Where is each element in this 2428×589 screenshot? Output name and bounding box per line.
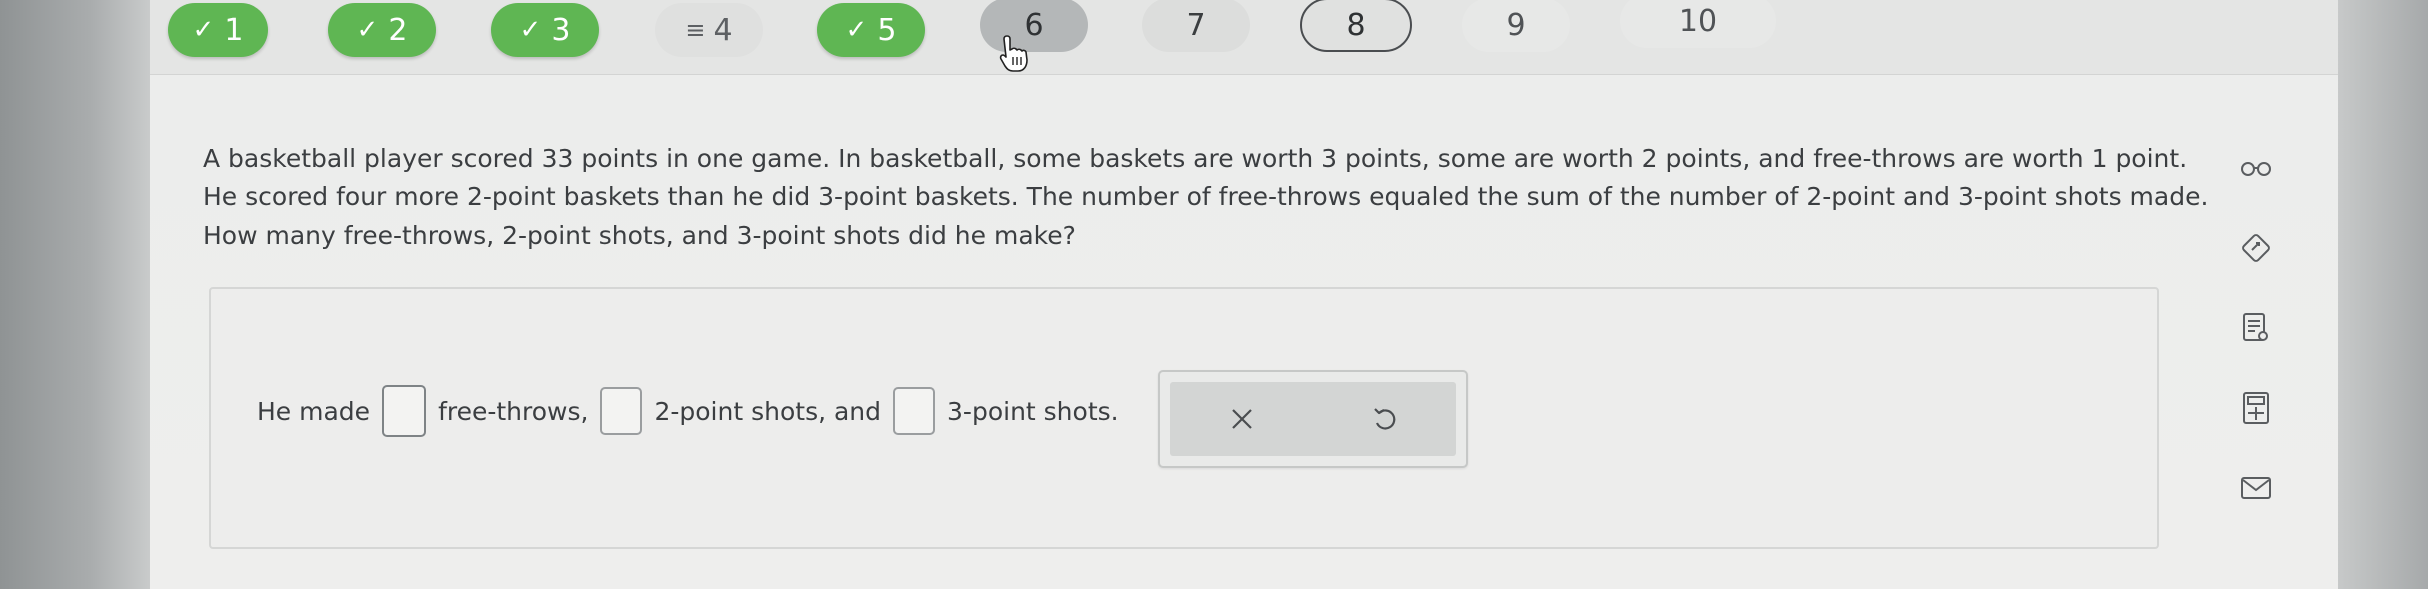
question-number: 9 (1506, 7, 1526, 43)
question-5-button[interactable]: ✓ 5 (817, 3, 925, 57)
lines-icon: ≡ (685, 16, 705, 44)
mail-icon[interactable] (2236, 468, 2276, 508)
two-point-input[interactable] (600, 387, 643, 435)
question-line-3: How many free-throws, 2-point shots, and… (203, 221, 1076, 250)
check-icon: ✓ (845, 15, 868, 45)
question-number: 7 (1186, 7, 1206, 43)
photo-edge-right (2338, 0, 2428, 589)
clear-button[interactable] (1212, 389, 1272, 449)
free-throws-input[interactable] (382, 385, 427, 437)
hand-cursor-icon (999, 35, 1028, 72)
undo-icon (1373, 408, 1395, 430)
question-number: 5 (877, 12, 897, 48)
question-text: A basketball player scored 33 points in … (203, 140, 2209, 255)
undo-button[interactable] (1355, 389, 1415, 449)
question-1-button[interactable]: ✓ 1 (168, 3, 268, 57)
calculator-icon[interactable] (2236, 388, 2276, 428)
answer-tools (1170, 382, 1456, 456)
question-4-button[interactable]: ≡ 4 (655, 3, 763, 57)
question-number: 2 (388, 12, 408, 48)
notepad-icon[interactable] (2236, 308, 2276, 348)
question-9-button[interactable]: 9 (1462, 0, 1570, 52)
question-line-2: He scored four more 2-point baskets than… (203, 182, 2209, 211)
question-3-button[interactable]: ✓ 3 (491, 3, 599, 57)
question-2-button[interactable]: ✓ 2 (328, 3, 436, 57)
question-10-button[interactable]: 10 (1620, 0, 1776, 48)
question-number: 1 (224, 12, 244, 48)
photo-edge-left (0, 0, 150, 589)
question-number: 4 (713, 12, 733, 48)
question-7-button[interactable]: 7 (1142, 0, 1250, 52)
question-8-button[interactable]: 8 (1300, 0, 1412, 52)
question-navigation: ✓ 1 ✓ 2 ✓ 3 ≡ 4 ✓ 5 6 7 8 9 10 (0, 0, 2428, 74)
question-6-button[interactable]: 6 (980, 0, 1088, 52)
question-line-1: A basketball player scored 33 points in … (203, 144, 2188, 173)
highlighter-icon[interactable] (2236, 228, 2276, 268)
answer-label-free-throws: free-throws, (438, 396, 589, 426)
answer-label-two-point: 2-point shots, and (654, 396, 882, 426)
answer-sentence: He made free-throws, 2-point shots, and … (257, 385, 1119, 437)
answer-tools-panel (1158, 370, 1468, 468)
glasses-icon[interactable] (2236, 148, 2276, 188)
question-number: 3 (551, 12, 571, 48)
answer-label-three-point: 3-point shots. (947, 396, 1119, 426)
check-icon: ✓ (192, 15, 215, 45)
close-icon (1231, 409, 1252, 429)
check-icon: ✓ (519, 15, 542, 45)
check-icon: ✓ (356, 15, 379, 45)
three-point-input[interactable] (893, 387, 936, 435)
answer-prefix: He made (257, 396, 371, 426)
question-number: 10 (1678, 3, 1718, 39)
question-number: 8 (1346, 7, 1366, 43)
